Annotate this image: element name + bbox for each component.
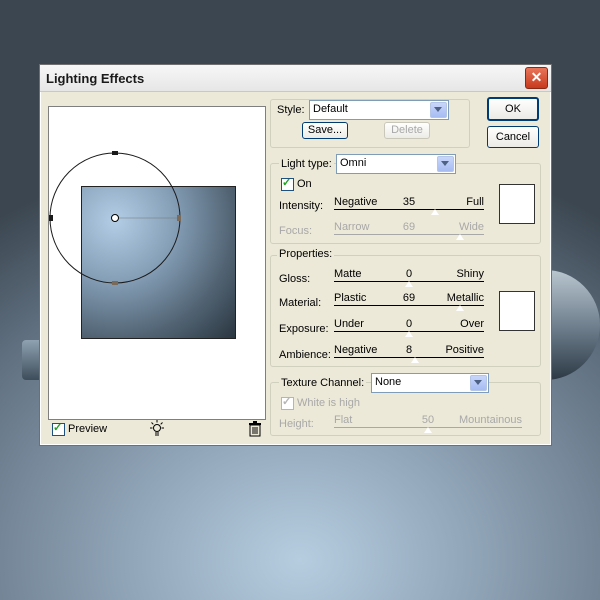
exposure-label: Exposure: <box>279 323 329 335</box>
chevron-down-icon <box>437 156 454 172</box>
focus-slider[interactable]: Narrow 69 Wide <box>334 221 484 243</box>
preview-panel <box>48 106 266 420</box>
texture-channel-select[interactable]: None <box>371 373 489 393</box>
exposure-slider[interactable]: Under 0 Over <box>334 318 484 340</box>
ok-label: OK <box>505 103 521 115</box>
ambience-hi-label: Positive <box>445 344 484 356</box>
texture-channel-label: Texture Channel: <box>279 377 367 389</box>
intensity-label: Intensity: <box>279 200 324 212</box>
delete-style-label: Delete <box>391 124 423 136</box>
light-bulb-icon[interactable] <box>148 420 166 438</box>
ambience-track <box>334 357 484 358</box>
style-select[interactable]: Default <box>309 100 449 120</box>
ellipse-handle-bottom[interactable] <box>112 281 118 285</box>
chevron-down-icon <box>470 375 487 391</box>
dialog-title: Lighting Effects <box>46 71 145 86</box>
exposure-hi-label: Over <box>460 318 484 330</box>
light-color-swatch[interactable] <box>499 184 535 224</box>
style-select-value: Default <box>313 103 348 115</box>
intensity-track <box>334 209 484 210</box>
save-style-button[interactable]: Save... <box>302 122 348 139</box>
focus-hi-label: Wide <box>458 221 484 233</box>
height-label: Height: <box>279 418 314 430</box>
material-color-swatch[interactable] <box>499 291 535 331</box>
exposure-thumb[interactable] <box>404 330 414 338</box>
material-hi-label: Metallic <box>446 292 484 304</box>
style-label: Style: <box>277 104 305 116</box>
intensity-hi-label: Full <box>466 196 484 208</box>
intensity-value: 35 <box>402 196 416 208</box>
ellipse-handle-left[interactable] <box>49 215 53 221</box>
gloss-thumb[interactable] <box>404 280 414 288</box>
ambience-label: Ambience: <box>279 349 331 361</box>
focus-thumb[interactable] <box>455 233 465 241</box>
intensity-thumb[interactable] <box>429 208 440 216</box>
cancel-button[interactable]: Cancel <box>487 126 539 148</box>
white-is-high-checkbox[interactable] <box>281 395 294 410</box>
delete-style-button[interactable]: Delete <box>384 122 430 139</box>
light-type-select[interactable]: Omni <box>336 154 456 174</box>
intensity-slider[interactable]: Negative 35 Full <box>334 196 484 218</box>
material-thumb[interactable] <box>455 304 465 312</box>
material-label: Material: <box>279 297 322 309</box>
chevron-down-icon <box>430 102 447 118</box>
light-type-label: Light type: <box>279 158 334 170</box>
light-center-handle[interactable] <box>111 214 119 222</box>
height-slider[interactable]: Flat 50 Mountainous <box>334 414 522 436</box>
close-button[interactable]: ✕ <box>525 67 548 89</box>
gloss-label: Gloss: <box>279 273 311 285</box>
preview-label: Preview <box>68 423 108 435</box>
ambience-slider[interactable]: Negative 8 Positive <box>334 344 484 366</box>
gloss-hi-label: Shiny <box>456 268 484 280</box>
light-type-select-value: Omni <box>340 157 367 169</box>
trash-icon[interactable] <box>248 421 262 437</box>
ellipse-handle-right[interactable] <box>177 215 181 221</box>
save-style-label: Save... <box>307 124 343 136</box>
ok-button[interactable]: OK <box>487 97 539 121</box>
ellipse-handle-top[interactable] <box>112 151 118 155</box>
texture-group: Texture Channel: None White is high Heig… <box>270 373 541 436</box>
title-bar: Lighting Effects ✕ <box>40 65 551 92</box>
properties-group: Properties: Gloss: Matte 0 Shiny Materia… <box>270 248 541 367</box>
focus-label: Focus: <box>279 225 313 237</box>
texture-channel-value: None <box>375 376 402 388</box>
preview-toolbar: Preview <box>48 420 264 440</box>
style-group: Style: Default Save... Delete <box>270 99 470 148</box>
properties-title: Properties: <box>277 248 335 260</box>
material-slider[interactable]: Plastic 69 Metallic <box>334 292 484 314</box>
height-hi-label: Mountainous <box>459 414 522 426</box>
close-icon: ✕ <box>530 69 543 85</box>
white-is-high-label: White is high <box>297 397 360 409</box>
gloss-slider[interactable]: Matte 0 Shiny <box>334 268 484 290</box>
light-ellipse-overlay[interactable] <box>49 107 265 419</box>
lighting-effects-dialog: Lighting Effects ✕ Preview <box>39 64 552 446</box>
cancel-label: Cancel <box>495 131 531 143</box>
height-thumb[interactable] <box>423 426 433 434</box>
preview-checkbox[interactable] <box>52 421 65 436</box>
light-on-checkbox[interactable] <box>281 176 294 191</box>
ambience-thumb[interactable] <box>410 356 420 364</box>
light-on-label: On <box>297 178 312 190</box>
light-type-group: Light type: Omni On Intensity: Negative … <box>270 154 541 244</box>
